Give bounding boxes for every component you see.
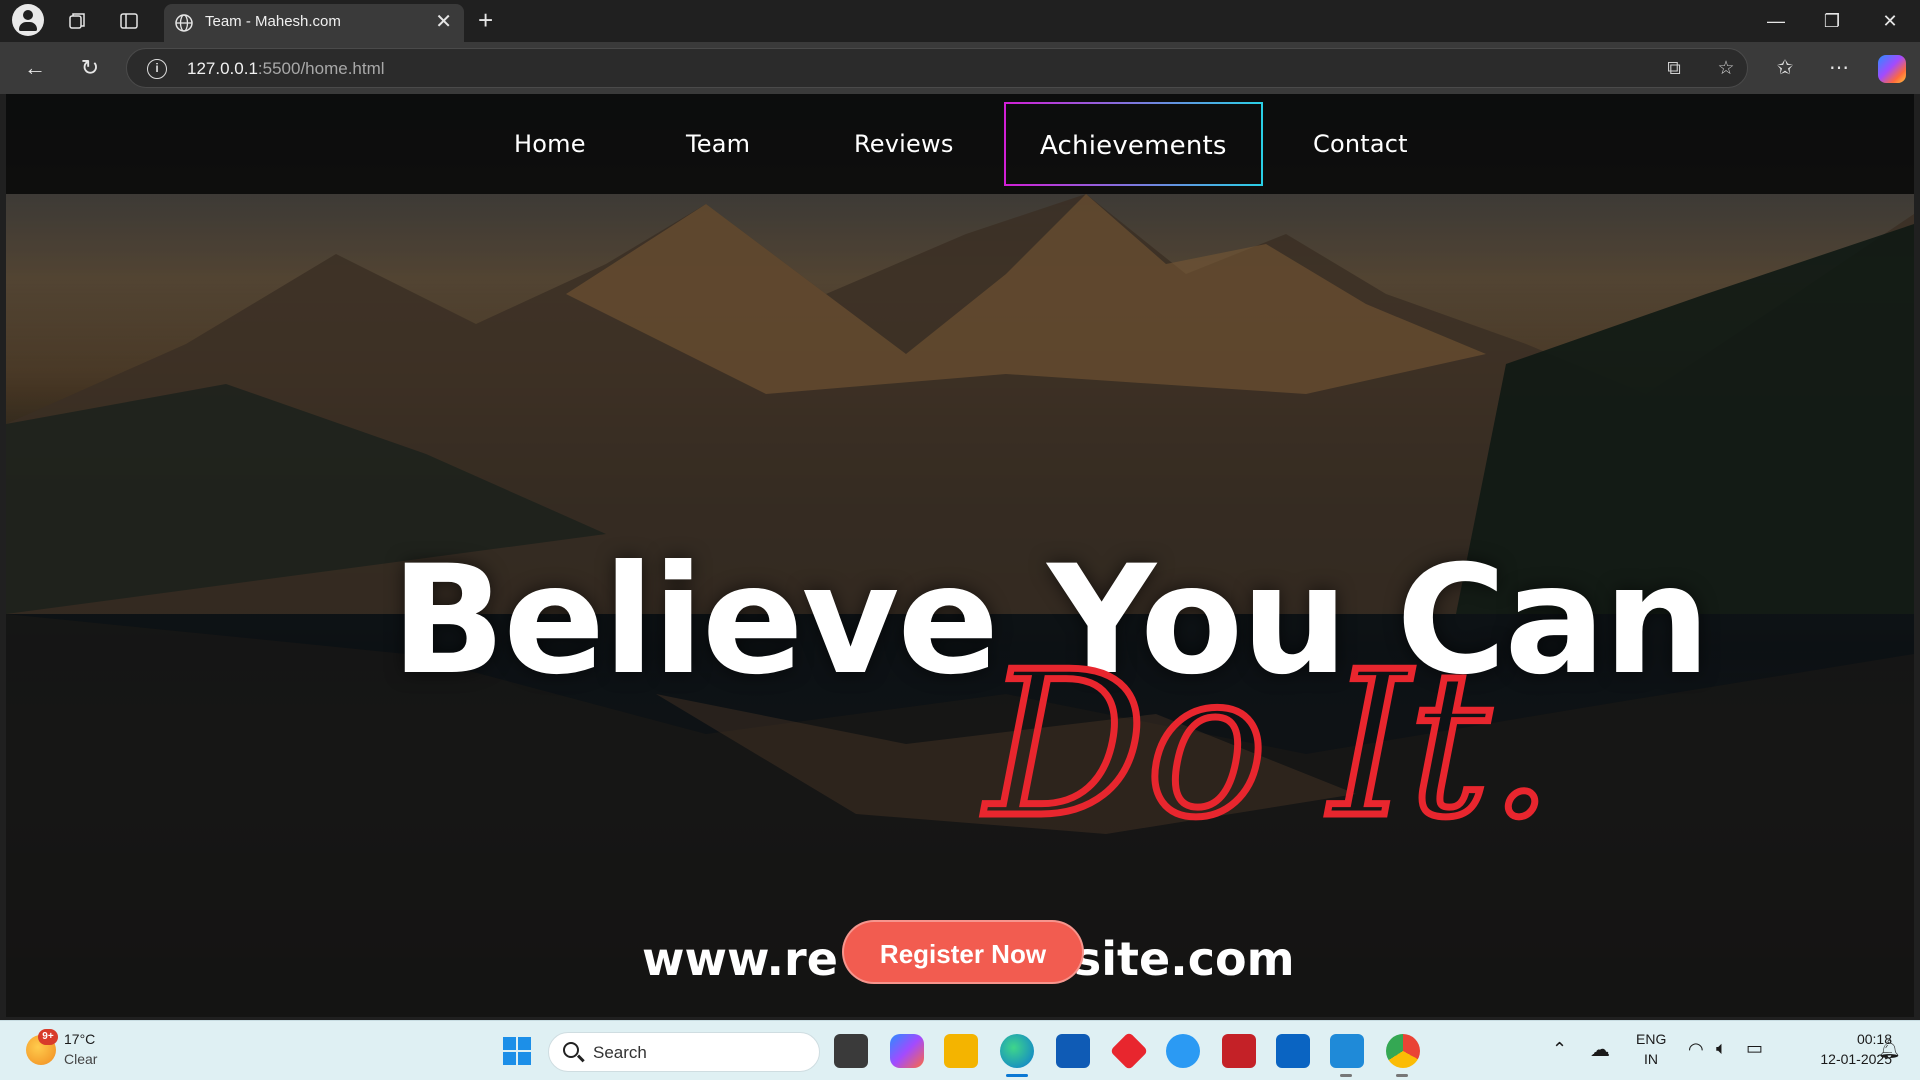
vscode-running-indicator [1340, 1074, 1352, 1077]
address-bar[interactable]: i 127.0.0.1:5500/home.html ⧉ ☆ [126, 48, 1748, 88]
edge-running-indicator [1006, 1074, 1028, 1077]
outlook-icon[interactable] [1276, 1034, 1310, 1068]
profile-avatar-icon[interactable] [12, 4, 44, 36]
show-hidden-icons-icon[interactable]: ⌃ [1552, 1039, 1567, 1060]
address-url[interactable]: 127.0.0.1:5500/home.html [187, 59, 385, 79]
nav-home[interactable]: Home [514, 130, 586, 158]
favorites-icon[interactable]: ✩ [1770, 54, 1800, 84]
store-icon[interactable] [1056, 1034, 1090, 1068]
more-options-icon[interactable]: ⋯ [1824, 54, 1854, 84]
clock-date[interactable]: 12-01-2025 [1784, 1051, 1892, 1067]
notification-bell-icon[interactable]: 🔔︎ [1878, 1039, 1901, 1060]
onedrive-icon[interactable]: ☁ [1590, 1037, 1610, 1062]
svg-text:Do It.: Do It. [982, 629, 1546, 862]
help-app-icon[interactable] [1166, 1034, 1200, 1068]
site-navbar: Home Team Reviews Achievements Contact [6, 94, 1914, 194]
edge-icon[interactable] [1000, 1034, 1034, 1068]
restore-icon[interactable]: ❐ [1812, 8, 1852, 34]
nav-achievements[interactable]: Achievements [1004, 102, 1263, 186]
nav-team[interactable]: Team [686, 130, 750, 158]
copilot-icon[interactable] [1878, 55, 1906, 83]
hero-script-text: Do It. [979, 626, 1547, 866]
file-explorer-icon[interactable] [944, 1034, 978, 1068]
active-tab[interactable]: Team - Mahesh.com ✕ [164, 4, 464, 42]
globe-icon [175, 14, 193, 32]
language-code[interactable]: ENG [1636, 1031, 1666, 1047]
taskbar-search[interactable]: Search [548, 1032, 820, 1072]
browser-tab-strip: Team - Mahesh.com ✕ + — ❐ ✕ [0, 0, 1920, 42]
tab-title: Team - Mahesh.com [205, 13, 341, 30]
new-tab-icon[interactable]: + [478, 6, 493, 34]
weather-badge: 9+ [38, 1029, 58, 1045]
vertical-tabs-icon[interactable] [114, 6, 144, 36]
vscode-icon[interactable] [1330, 1034, 1364, 1068]
back-icon[interactable]: ← [20, 54, 50, 84]
language-region[interactable]: IN [1644, 1051, 1658, 1067]
nav-reviews[interactable]: Reviews [854, 130, 954, 158]
weather-condition[interactable]: Clear [64, 1051, 97, 1067]
page-viewport: Home Team Reviews Achievements Contact B… [6, 94, 1914, 1017]
git-icon[interactable] [1109, 1031, 1149, 1071]
app-available-icon[interactable]: ⧉ [1663, 58, 1685, 80]
search-icon [563, 1042, 579, 1058]
search-label: Search [593, 1043, 647, 1062]
browser-toolbar: ← ↻ i 127.0.0.1:5500/home.html ⧉ ☆ ✩ ⋯ [0, 42, 1920, 94]
copilot-app-icon[interactable] [890, 1034, 924, 1068]
minimize-icon[interactable]: — [1756, 8, 1796, 34]
wifi-icon[interactable]: ◠ [1688, 1039, 1704, 1060]
battery-icon[interactable]: ▭ [1746, 1038, 1763, 1059]
workspaces-icon[interactable] [62, 6, 92, 36]
task-view-icon[interactable] [834, 1034, 868, 1068]
refresh-icon[interactable]: ↻ [75, 54, 105, 84]
chrome-running-indicator [1396, 1074, 1408, 1077]
windows-taskbar: 9+ 17°C Clear Search ⌃ ☁ ENG IN ◠ 🔈︎ ▭ 0… [0, 1020, 1920, 1080]
close-window-icon[interactable]: ✕ [1870, 8, 1910, 34]
close-tab-icon[interactable]: ✕ [435, 12, 452, 32]
favorite-star-icon[interactable]: ☆ [1715, 58, 1737, 80]
nav-contact[interactable]: Contact [1313, 130, 1408, 158]
mcafee-icon[interactable] [1222, 1034, 1256, 1068]
site-info-icon[interactable]: i [147, 59, 167, 79]
chrome-icon[interactable] [1386, 1034, 1420, 1068]
windows-start-icon[interactable] [500, 1034, 534, 1068]
volume-icon[interactable]: 🔈︎ [1716, 1038, 1727, 1059]
register-now-button[interactable]: Register Now [842, 920, 1084, 984]
weather-temp[interactable]: 17°C [64, 1031, 95, 1047]
